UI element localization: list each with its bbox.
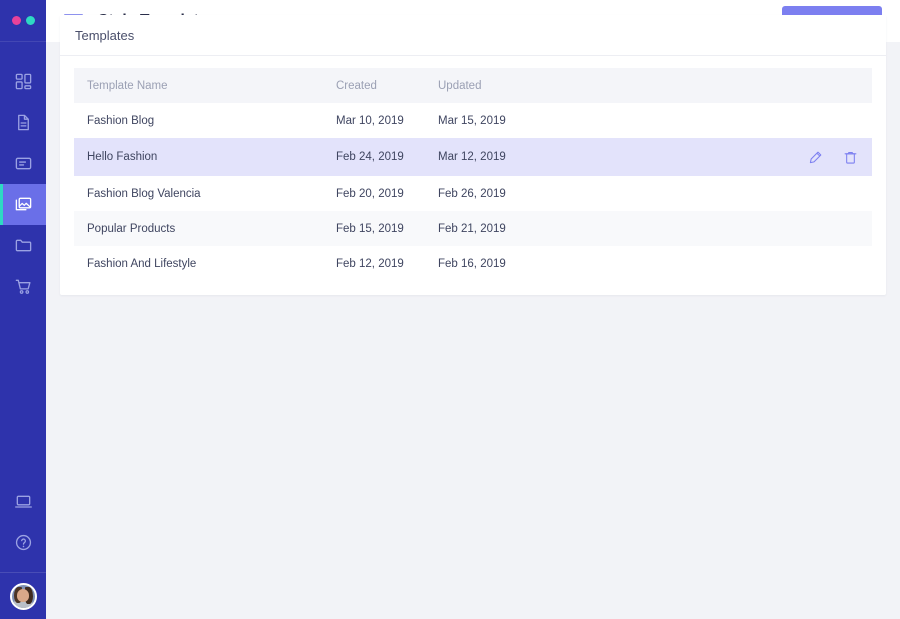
user-avatar-image (9, 582, 37, 610)
table-row[interactable]: Fashion And Lifestyle Feb 12, 2019 Feb 1… (74, 246, 872, 281)
templates-card: Templates Template Name Created Updated … (60, 15, 886, 295)
templates-table: Template Name Created Updated Fashion Bl… (60, 56, 886, 295)
help-circle-icon (15, 534, 31, 551)
dot-pink (11, 16, 21, 25)
sidebar-item-preview[interactable] (0, 481, 46, 522)
table-row[interactable]: Fashion Blog Valencia Feb 20, 2019 Feb 2… (74, 176, 872, 211)
cell-updated: Mar 12, 2019 (438, 151, 506, 163)
brand-dots (0, 0, 46, 42)
card-title: Templates (75, 27, 135, 43)
table-row[interactable]: Hello Fashion Feb 24, 2019 Mar 12, 2019 (74, 138, 872, 176)
cell-template-name: Hello Fashion (87, 151, 158, 163)
dot-teal (25, 16, 35, 25)
folder-icon (15, 239, 31, 252)
app-window: Style Templates Create Template Template… (0, 0, 900, 619)
cell-updated: Feb 26, 2019 (438, 187, 506, 200)
column-header-created: Created (336, 79, 377, 92)
cell-template-name: Popular Products (87, 222, 176, 235)
sidebar-item-dashboard[interactable] (0, 61, 46, 102)
sidebar-nav (0, 61, 46, 307)
cell-created: Feb 12, 2019 (336, 257, 404, 270)
avatar[interactable] (0, 573, 46, 619)
document-icon (17, 114, 29, 131)
card-article-icon (15, 157, 31, 170)
table-row[interactable]: Popular Products Feb 15, 2019 Feb 21, 20… (74, 211, 872, 246)
cell-updated: Feb 16, 2019 (438, 257, 506, 270)
cell-created: Feb 15, 2019 (336, 222, 404, 235)
sidebar-item-help[interactable] (0, 522, 46, 563)
cell-created: Mar 10, 2019 (336, 114, 404, 127)
sidebar (0, 0, 46, 619)
laptop-icon (14, 495, 32, 508)
cell-created: Feb 24, 2019 (336, 151, 404, 163)
cell-template-name: Fashion Blog Valencia (87, 187, 201, 200)
sidebar-item-store[interactable] (0, 266, 46, 307)
main-region: Style Templates Create Template Template… (46, 0, 900, 619)
sidebar-item-posts[interactable] (0, 143, 46, 184)
sidebar-item-templates[interactable] (0, 184, 46, 225)
delete-trash-icon[interactable] (843, 150, 858, 165)
sidebar-bottom-nav (0, 481, 46, 619)
column-header-updated: Updated (438, 79, 482, 92)
dashboard-grid-icon (15, 73, 31, 90)
row-actions (808, 138, 858, 176)
edit-pencil-icon[interactable] (808, 150, 823, 165)
gallery-images-icon (15, 197, 31, 211)
cell-created: Feb 20, 2019 (336, 187, 404, 200)
shopping-cart-icon (15, 279, 31, 294)
sidebar-item-files[interactable] (0, 225, 46, 266)
column-header-template-name: Template Name (87, 79, 168, 92)
cell-template-name: Fashion Blog (87, 114, 155, 127)
cell-updated: Feb 21, 2019 (438, 222, 506, 235)
table-row[interactable]: Fashion Blog Mar 10, 2019 Mar 15, 2019 (74, 103, 872, 138)
cell-template-name: Fashion And Lifestyle (87, 257, 197, 270)
card-header: Templates (60, 15, 886, 56)
cell-updated: Mar 15, 2019 (438, 114, 506, 127)
avatar-face (17, 588, 29, 602)
sidebar-item-pages[interactable] (0, 102, 46, 143)
table-header-row: Template Name Created Updated (74, 68, 872, 103)
